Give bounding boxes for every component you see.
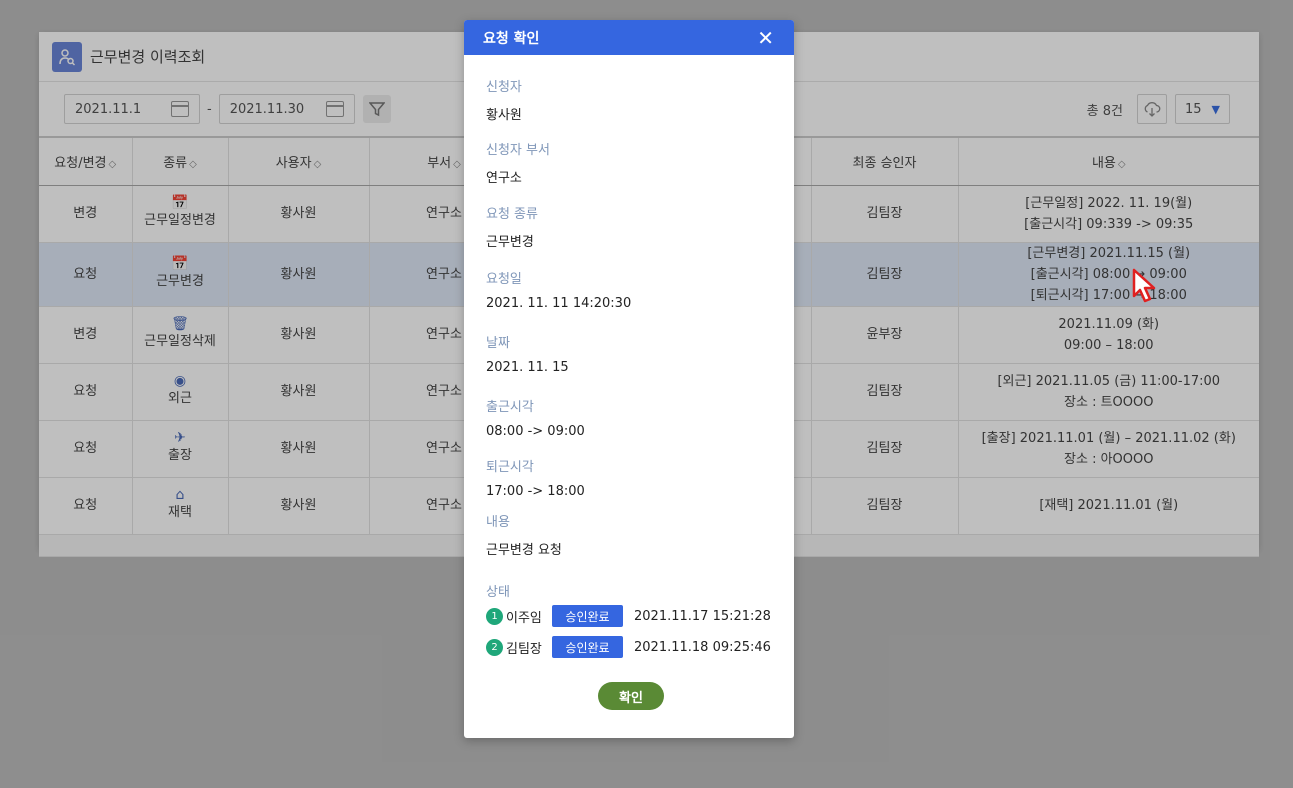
approver-name: 이주임 xyxy=(506,610,542,626)
modal-title: 요청 확인 xyxy=(483,30,540,47)
approval-time: 2021.11.17 15:21:28 xyxy=(634,608,771,624)
mouse-cursor-icon xyxy=(1132,268,1156,303)
field-value-date: 2021. 11. 15 xyxy=(486,360,569,375)
status-row: 1 이주임 승인완료 2021.11.17 15:21:28 xyxy=(486,605,771,627)
field-label-end-time: 퇴근시각 xyxy=(486,460,534,475)
close-icon[interactable]: ✕ xyxy=(757,28,774,48)
field-label-dept: 신청자 부서 xyxy=(486,143,550,158)
request-confirm-modal: 요청 확인 ✕ 신청자 황사원 신청자 부서 연구소 요청 종류 근무변경 요청… xyxy=(464,20,794,738)
approver-name: 김팀장 xyxy=(506,641,542,657)
field-value-content: 근무변경 요청 xyxy=(486,543,562,558)
field-value-request-date: 2021. 11. 11 14:20:30 xyxy=(486,296,632,311)
field-value-end-time: 17:00 -> 18:00 xyxy=(486,484,585,499)
status-badge: 승인완료 xyxy=(552,605,623,627)
field-label-status: 상태 xyxy=(486,585,510,600)
approval-time: 2021.11.18 09:25:46 xyxy=(634,639,771,655)
field-label-applicant: 신청자 xyxy=(486,80,522,95)
field-label-content: 내용 xyxy=(486,515,510,530)
step-number-badge: 2 xyxy=(486,638,503,656)
status-badge: 승인완료 xyxy=(552,636,623,658)
step-number-badge: 1 xyxy=(486,607,503,625)
modal-header: 요청 확인 ✕ xyxy=(464,20,794,55)
status-row: 2 김팀장 승인완료 2021.11.18 09:25:46 xyxy=(486,636,771,658)
field-label-request-date: 요청일 xyxy=(486,272,522,287)
field-label-start-time: 출근시각 xyxy=(486,400,534,415)
field-value-start-time: 08:00 -> 09:00 xyxy=(486,424,585,439)
field-value-request-type: 근무변경 xyxy=(486,235,534,250)
field-value-dept: 연구소 xyxy=(486,171,522,186)
field-label-request-type: 요청 종류 xyxy=(486,207,538,222)
confirm-button[interactable]: 확인 xyxy=(598,682,664,710)
field-value-applicant: 황사원 xyxy=(486,108,522,123)
field-label-date: 날짜 xyxy=(486,336,510,351)
